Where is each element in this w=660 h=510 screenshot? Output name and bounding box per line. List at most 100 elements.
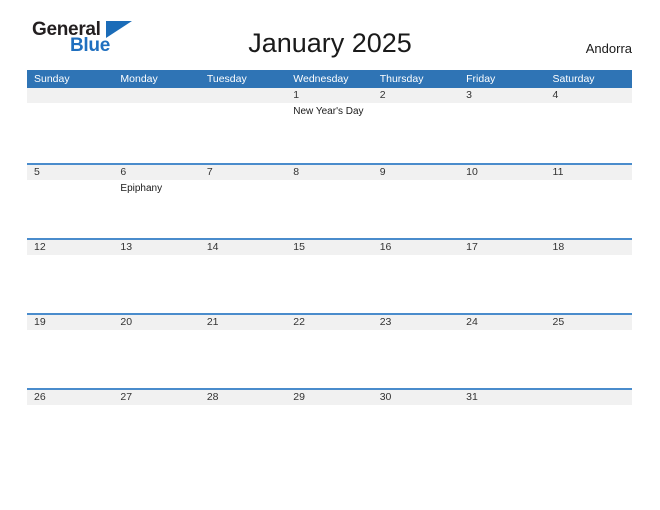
day-number[interactable]: 3 xyxy=(459,88,545,103)
week-event-area xyxy=(27,255,632,313)
day-cell[interactable] xyxy=(546,330,632,388)
day-cell[interactable] xyxy=(286,180,372,238)
calendar-week-row: 5 6 7 8 9 10 11 Epiphany xyxy=(27,163,632,238)
day-cell[interactable] xyxy=(459,405,545,463)
day-number[interactable]: 8 xyxy=(286,165,372,180)
weekday-header-cell: Thursday xyxy=(379,73,424,85)
day-number[interactable]: 16 xyxy=(373,240,459,255)
day-cell[interactable]: New Year's Day xyxy=(286,103,372,161)
week-date-band: 5 6 7 8 9 10 11 xyxy=(27,165,632,180)
weekday-header-row: Sunday Monday Tuesday Wednesday Thursday Frid… xyxy=(27,70,632,88)
day-cell[interactable] xyxy=(27,255,113,313)
day-number-empty xyxy=(546,390,632,405)
day-cell xyxy=(27,103,113,161)
day-number[interactable]: 9 xyxy=(373,165,459,180)
day-number[interactable]: 4 xyxy=(546,88,632,103)
day-number[interactable]: 2 xyxy=(373,88,459,103)
day-number[interactable]: 20 xyxy=(113,315,199,330)
day-number[interactable]: 14 xyxy=(200,240,286,255)
calendar-week-row: 12 13 14 15 16 17 18 xyxy=(27,238,632,313)
weekday-header-cell: Monday xyxy=(120,73,158,85)
day-cell[interactable] xyxy=(200,330,286,388)
calendar-weeks: 1 2 3 4 New Year's Day 5 6 7 8 9 10 11 Epiphany 12 13 1… xyxy=(27,88,632,463)
weekday-header-cell: Saturday xyxy=(552,73,595,85)
day-cell[interactable] xyxy=(373,330,459,388)
day-cell[interactable] xyxy=(113,330,199,388)
week-date-band: 1234 xyxy=(27,88,632,103)
day-number[interactable]: 27 xyxy=(113,390,199,405)
day-cell[interactable] xyxy=(546,255,632,313)
holiday-event-label: New Year's Day xyxy=(293,106,364,117)
week-date-band: 12 13 14 15 16 17 18 xyxy=(27,240,632,255)
day-number[interactable]: 18 xyxy=(546,240,632,255)
week-event-area: Epiphany xyxy=(27,180,632,238)
day-cell[interactable] xyxy=(373,405,459,463)
day-cell[interactable] xyxy=(373,103,459,161)
week-event-area xyxy=(27,330,632,388)
day-number[interactable]: 22 xyxy=(286,315,372,330)
day-number[interactable]: 5 xyxy=(27,165,113,180)
day-number[interactable]: 31 xyxy=(459,390,545,405)
day-number[interactable]: 30 xyxy=(373,390,459,405)
day-cell[interactable] xyxy=(459,255,545,313)
day-number[interactable]: 6 xyxy=(113,165,199,180)
day-cell[interactable] xyxy=(373,255,459,313)
day-cell[interactable] xyxy=(286,255,372,313)
day-number-empty xyxy=(27,88,113,103)
day-number[interactable]: 17 xyxy=(459,240,545,255)
day-number[interactable]: 11 xyxy=(546,165,632,180)
week-event-area: New Year's Day xyxy=(27,103,632,161)
weekday-header-cell: Sunday xyxy=(34,73,70,85)
day-cell[interactable] xyxy=(200,405,286,463)
week-date-band: 19 20 21 22 23 24 25 xyxy=(27,315,632,330)
day-number[interactable]: 19 xyxy=(27,315,113,330)
day-cell[interactable] xyxy=(200,180,286,238)
weekday-header-cell: Wednesday xyxy=(293,73,349,85)
day-cell[interactable] xyxy=(459,180,545,238)
day-cell[interactable] xyxy=(546,103,632,161)
day-cell[interactable] xyxy=(373,180,459,238)
day-number[interactable]: 25 xyxy=(546,315,632,330)
day-number[interactable]: 1 xyxy=(286,88,372,103)
day-number[interactable]: 26 xyxy=(27,390,113,405)
day-number[interactable]: 13 xyxy=(113,240,199,255)
day-cell xyxy=(200,103,286,161)
day-number[interactable]: 7 xyxy=(200,165,286,180)
day-cell[interactable] xyxy=(286,405,372,463)
day-number[interactable]: 15 xyxy=(286,240,372,255)
country-label: Andorra xyxy=(585,41,632,56)
day-cell[interactable]: Epiphany xyxy=(113,180,199,238)
weekday-header-cell: Friday xyxy=(466,73,496,85)
day-cell[interactable] xyxy=(200,255,286,313)
day-cell[interactable] xyxy=(27,180,113,238)
day-number[interactable]: 28 xyxy=(200,390,286,405)
page-title: January 2025 xyxy=(248,28,412,58)
calendar-week-row: 1 2 3 4 New Year's Day xyxy=(27,88,632,163)
day-number[interactable]: 12 xyxy=(27,240,113,255)
day-cell[interactable] xyxy=(27,330,113,388)
week-date-band: 26 27 28 29 30 31 xyxy=(27,390,632,405)
week-event-area xyxy=(27,405,632,463)
calendar-week-row: 26 27 28 29 30 31 xyxy=(27,388,632,463)
day-cell[interactable] xyxy=(113,405,199,463)
page-header: General Blue January 2025 Andorra xyxy=(0,0,660,59)
day-number[interactable]: 21 xyxy=(200,315,286,330)
day-cell[interactable] xyxy=(546,180,632,238)
day-cell[interactable] xyxy=(286,330,372,388)
day-cell xyxy=(113,103,199,161)
day-cell[interactable] xyxy=(113,255,199,313)
calendar-grid: Sunday Monday Tuesday Wednesday Thursday Frid… xyxy=(27,70,632,463)
day-cell[interactable] xyxy=(27,405,113,463)
day-cell xyxy=(546,405,632,463)
day-number[interactable]: 24 xyxy=(459,315,545,330)
holiday-event-label: Epiphany xyxy=(120,183,163,194)
weekday-header-cell: Tuesday xyxy=(206,73,247,85)
calendar-week-row: 19 20 21 22 23 24 25 xyxy=(27,313,632,388)
day-number[interactable]: 10 xyxy=(459,165,545,180)
day-number-empty xyxy=(200,88,286,103)
day-number[interactable]: 29 xyxy=(286,390,372,405)
day-cell[interactable] xyxy=(459,330,545,388)
day-number[interactable]: 23 xyxy=(373,315,459,330)
day-number-empty xyxy=(113,88,199,103)
day-cell[interactable] xyxy=(459,103,545,161)
